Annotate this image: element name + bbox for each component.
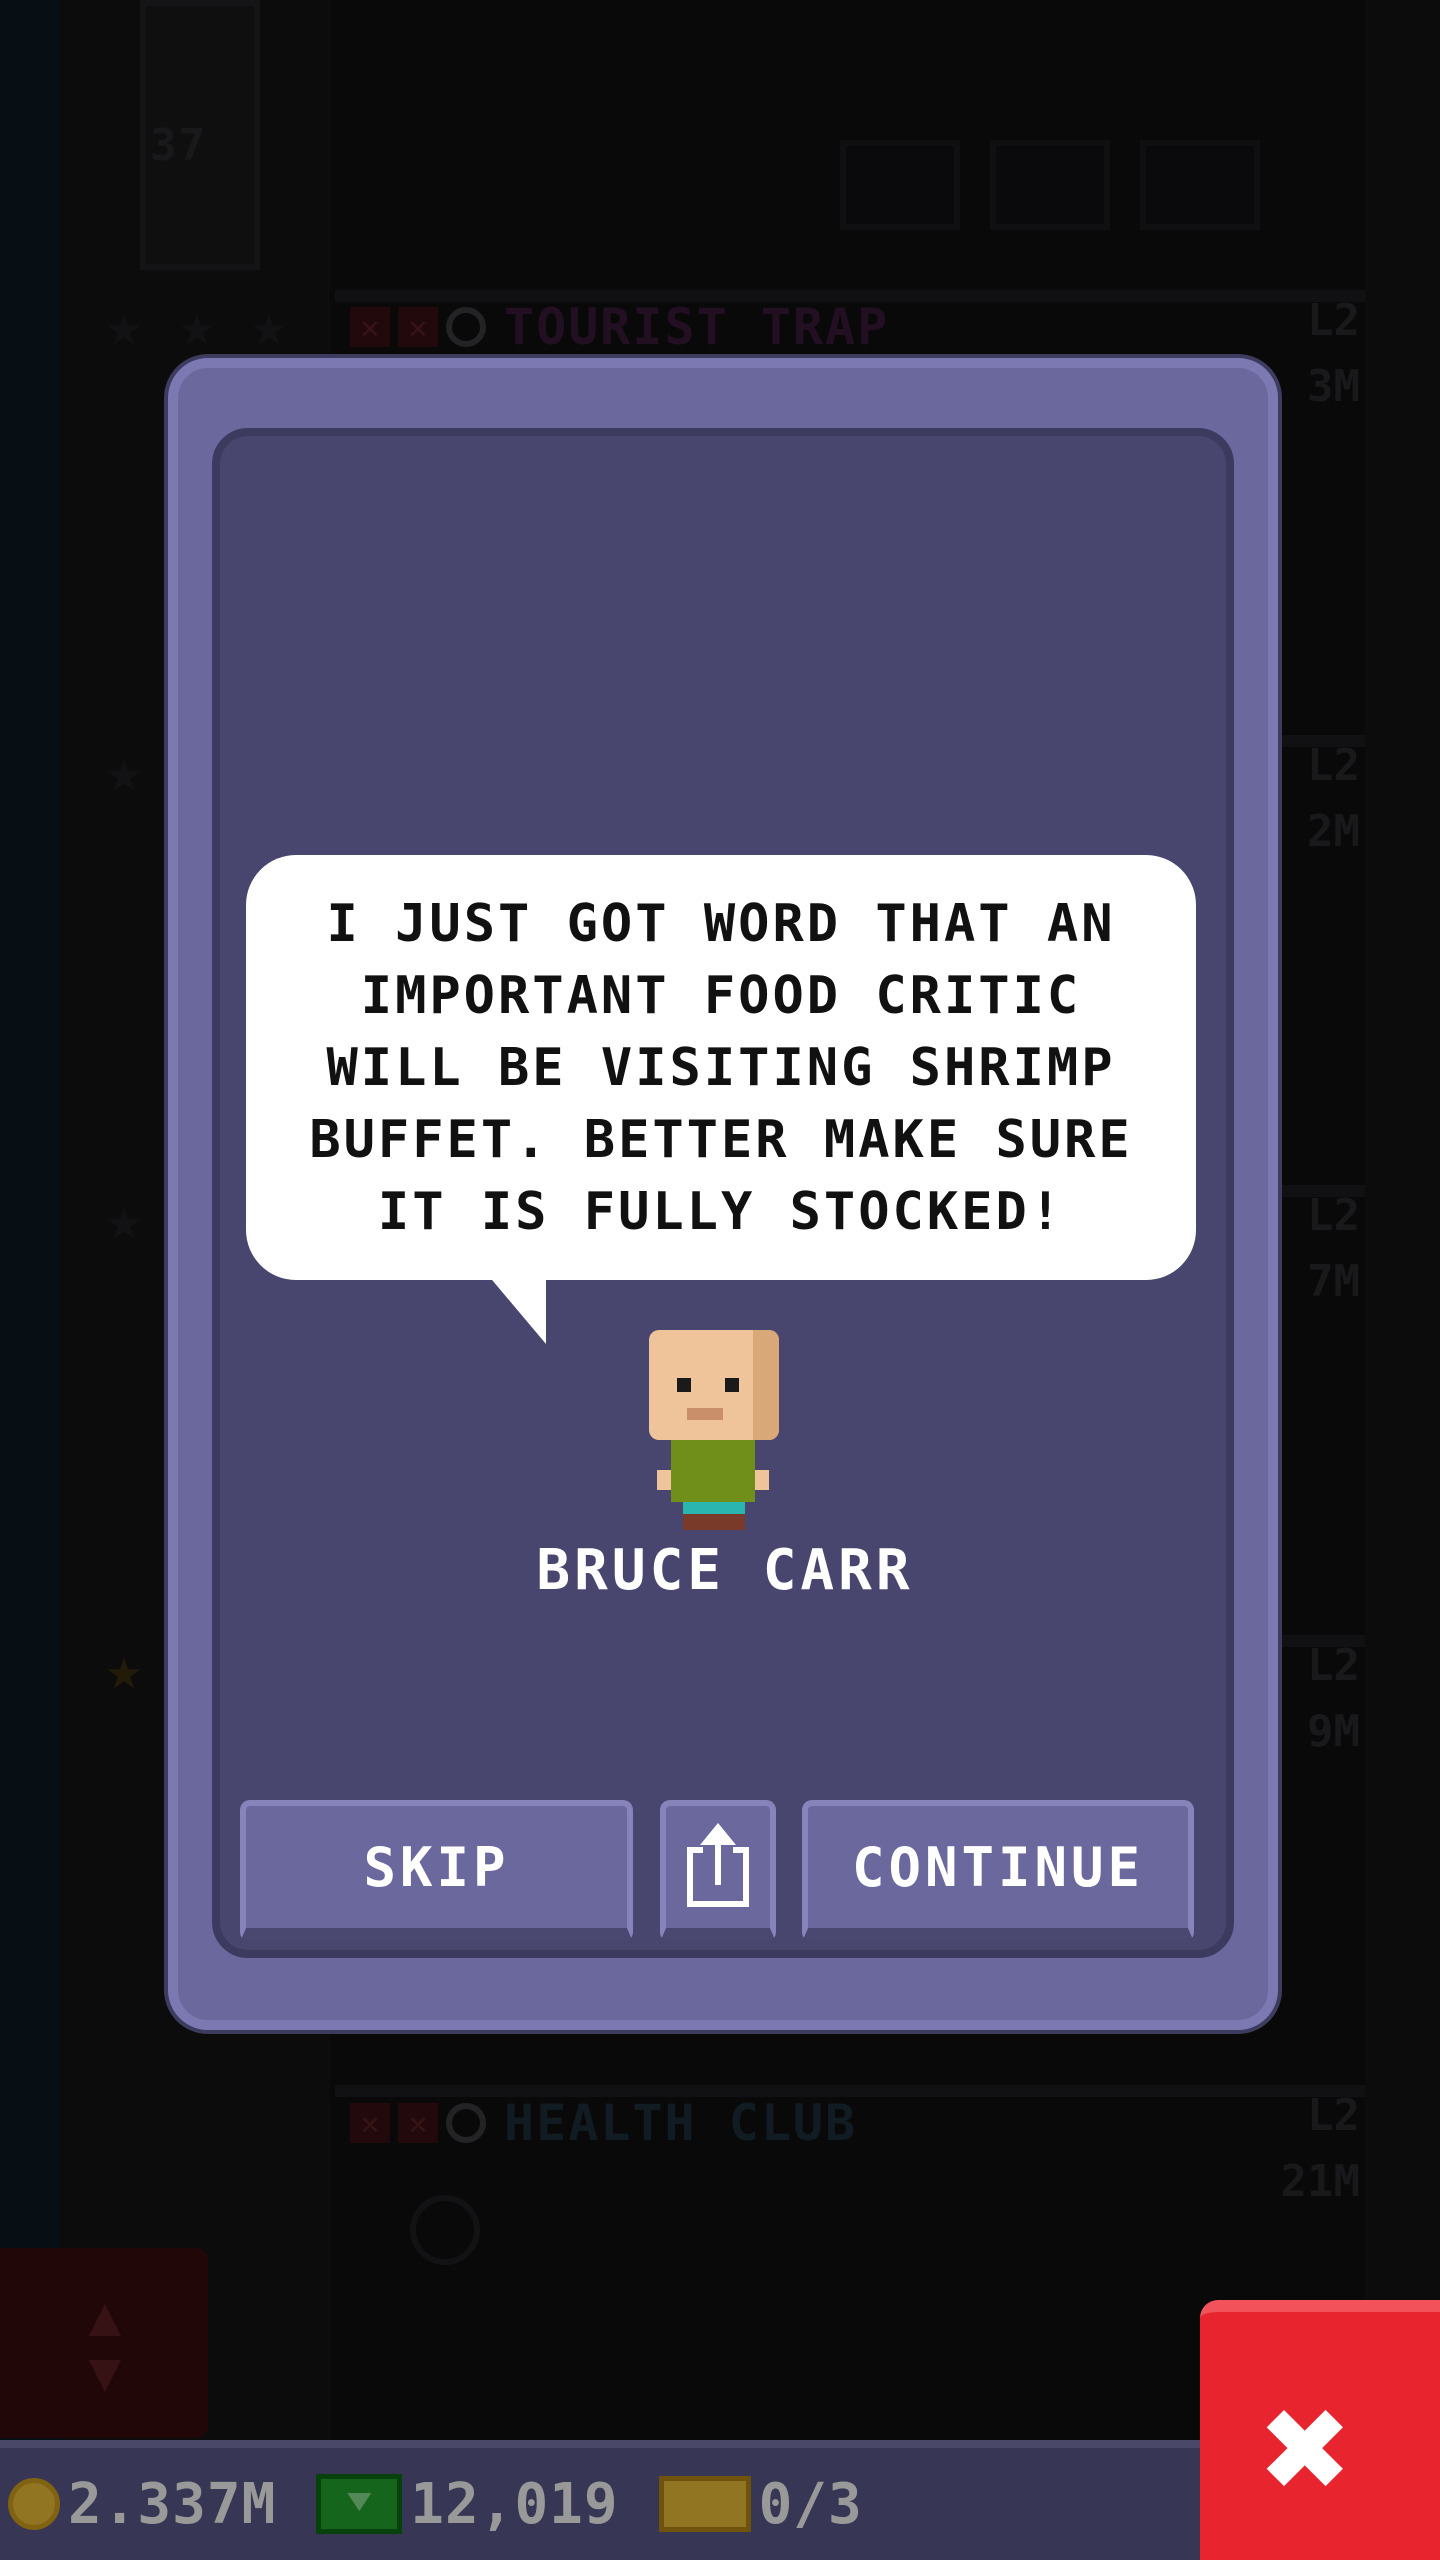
character-sprite [645,1330,780,1535]
continue-button-label: CONTINUE [851,1835,1145,1899]
character-shirt [671,1440,755,1502]
character-eye [725,1378,739,1392]
character-hand [755,1470,769,1490]
share-button[interactable] [660,1800,776,1942]
character-hand [657,1470,671,1490]
character-name: BRUCE CARR [536,1538,914,1603]
close-button[interactable]: ✖ [1200,2300,1440,2560]
share-icon [683,1823,753,1911]
character-head [649,1330,779,1440]
character-eye [677,1378,691,1392]
speech-bubble: I JUST GOT WORD THAT AN IMPORTANT FOOD C… [246,855,1196,1280]
character-shoes [683,1514,745,1530]
character-mouth [687,1408,723,1420]
skip-button-label: SKIP [363,1835,510,1899]
skip-button[interactable]: SKIP [240,1800,633,1942]
dialog-message: I JUST GOT WORD THAT AN IMPORTANT FOOD C… [309,893,1133,1242]
character-pants [683,1502,745,1514]
continue-button[interactable]: CONTINUE [802,1800,1194,1942]
close-icon: ✖ [1262,2362,1353,2536]
